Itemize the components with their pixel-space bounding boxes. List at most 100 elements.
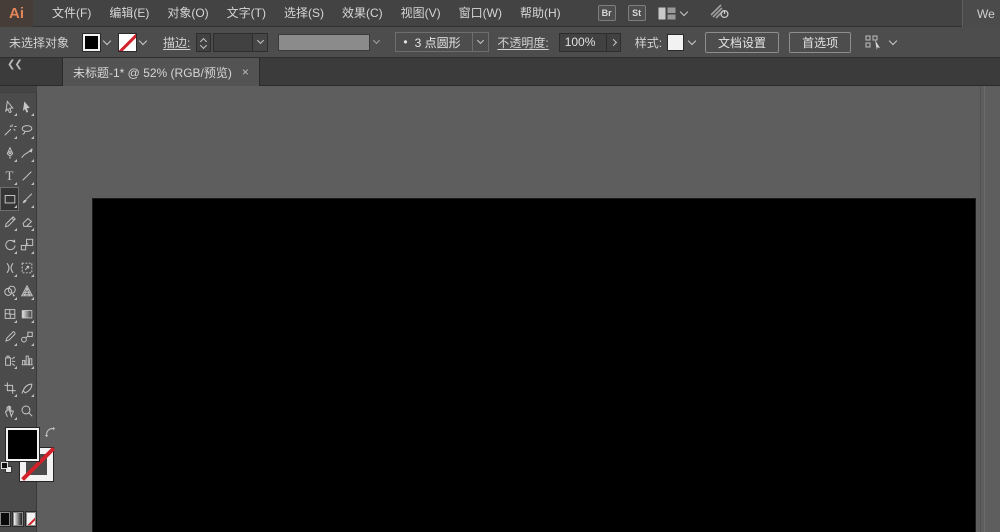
chevron-down-icon (888, 36, 898, 45)
stock-button[interactable]: St (627, 5, 646, 21)
chevron-down-icon[interactable] (138, 36, 148, 45)
stroke-panel-link[interactable]: 描边: (163, 34, 190, 51)
artboard-tool[interactable] (1, 377, 18, 399)
chevron-down-icon (679, 7, 688, 16)
eraser-tool[interactable] (18, 211, 35, 233)
selection-tool[interactable] (1, 96, 18, 118)
workspace-switcher[interactable]: We (962, 0, 1000, 27)
collapse-panels-button[interactable]: ❮❮ (0, 58, 36, 70)
type-tool[interactable]: T (1, 165, 18, 187)
document-setup-button[interactable]: 文档设置 (705, 31, 780, 53)
illustrator-window: Ai 文件(F) 编辑(E) 对象(O) 文字(T) 选择(S) 效果(C) 视… (0, 0, 1000, 532)
select-similar-control[interactable] (865, 34, 898, 50)
opacity-dropdown-button[interactable] (606, 32, 621, 52)
menu-file[interactable]: 文件(F) (43, 0, 100, 27)
slice-tool[interactable] (18, 377, 35, 399)
menu-help[interactable]: 帮助(H) (511, 0, 570, 27)
eyedropper-tool[interactable] (1, 326, 18, 348)
width-profile-dropdown[interactable] (278, 33, 371, 51)
hand-tool[interactable] (1, 400, 18, 422)
blend-tool[interactable] (18, 326, 35, 348)
rotate-tool[interactable] (1, 234, 18, 256)
fill-proxy-swatch[interactable] (5, 427, 40, 462)
stroke-color-control[interactable] (118, 32, 148, 52)
width-tool[interactable] (1, 257, 18, 279)
document-tab-bar: ❮❮ 未标题-1* @ 52% (RGB/预览) × (0, 58, 1000, 86)
menu-effect[interactable]: 效果(C) (333, 0, 392, 27)
free-transform-tool[interactable] (18, 257, 35, 279)
direct-selection-tool[interactable] (18, 96, 35, 118)
menu-type[interactable]: 文字(T) (218, 0, 275, 27)
chevron-right-icon (609, 38, 617, 46)
paintbrush-tool[interactable] (18, 188, 35, 210)
gradient-tool[interactable] (18, 303, 35, 325)
magic-wand-tool[interactable] (1, 119, 18, 141)
scrollbar-track-edge (984, 86, 985, 532)
stroke-weight-stepper[interactable] (196, 32, 212, 52)
paint-mode-row (0, 511, 37, 527)
mesh-tool[interactable] (1, 303, 18, 325)
curvature-tool[interactable] (18, 142, 35, 164)
color-mode-button[interactable] (0, 511, 11, 527)
brush-definition-dropdown[interactable]: • 3 点圆形 (395, 32, 474, 52)
lasso-tool[interactable] (18, 119, 35, 141)
menu-view[interactable]: 视图(V) (392, 0, 450, 27)
brush-dot: • (403, 35, 408, 49)
pencil-tool[interactable] (1, 211, 18, 233)
pen-tool[interactable] (1, 142, 18, 164)
control-bar: 未选择对象 描边: • 3 点圆形 不透明度: 100% 样式: 文档设置 首选… (0, 27, 1000, 58)
swap-fill-stroke-icon[interactable] (44, 426, 56, 438)
menu-edit[interactable]: 编辑(E) (100, 0, 158, 27)
preferences-button[interactable]: 首选项 (789, 31, 852, 53)
style-swatch[interactable] (667, 33, 685, 51)
share-button[interactable] (709, 3, 731, 24)
shape-builder-tool[interactable] (1, 280, 18, 302)
brush-definition-dropdown-button[interactable] (473, 32, 490, 52)
stroke-weight-dropdown-button[interactable] (253, 32, 269, 52)
menu-select[interactable]: 选择(S) (275, 0, 333, 27)
opacity-input[interactable]: 100% (558, 32, 607, 52)
stroke-color-swatch[interactable] (118, 32, 138, 52)
document-tab-title: 未标题-1* @ 52% (RGB/预览) (73, 65, 232, 80)
canvas-area[interactable] (37, 86, 1000, 532)
tools-grid: T (0, 93, 36, 422)
default-fill-chip (1, 462, 8, 469)
rectangle-tool[interactable] (0, 187, 19, 211)
tools-panel-grip[interactable] (0, 86, 37, 93)
none-mode-button[interactable] (25, 511, 37, 527)
default-fill-stroke-icon[interactable] (1, 462, 12, 473)
arrange-documents-button[interactable] (658, 7, 688, 20)
scale-tool[interactable] (18, 234, 35, 256)
chevron-down-icon[interactable] (687, 36, 697, 45)
menu-bar: Ai 文件(F) 编辑(E) 对象(O) 文字(T) 选择(S) 效果(C) 视… (0, 0, 1000, 27)
brush-definition-value: 3 点圆形 (414, 35, 461, 50)
column-graph-tool[interactable] (18, 349, 35, 371)
menu-window[interactable]: 窗口(W) (450, 0, 511, 27)
app-logo: Ai (0, 0, 33, 27)
arrange-documents-icon (658, 7, 676, 19)
perspective-grid-tool[interactable] (18, 280, 35, 302)
symbol-sprayer-tool[interactable] (1, 349, 18, 371)
tools-panel: T (0, 86, 56, 532)
stepper-down-icon[interactable] (200, 41, 208, 49)
share-icon (710, 3, 729, 19)
chevron-down-icon[interactable] (373, 36, 381, 45)
none-slash-icon (119, 33, 137, 51)
tab-close-icon[interactable]: × (242, 66, 249, 78)
menu-object[interactable]: 对象(O) (158, 0, 217, 27)
zoom-tool[interactable] (18, 400, 35, 422)
brush-definition-control: • 3 点圆形 (395, 32, 490, 52)
fill-stroke-indicator (0, 426, 56, 486)
bridge-button[interactable]: Br (597, 5, 616, 21)
fill-color-control[interactable] (82, 32, 112, 52)
artboard-black-rectangle[interactable] (93, 199, 975, 532)
line-segment-tool[interactable] (18, 165, 35, 187)
chevron-down-icon[interactable] (102, 36, 112, 45)
gradient-mode-button[interactable] (12, 511, 24, 527)
stroke-weight-input[interactable] (213, 32, 254, 52)
opacity-panel-link[interactable]: 不透明度: (497, 34, 548, 51)
select-similar-icon (865, 35, 881, 50)
document-tab[interactable]: 未标题-1* @ 52% (RGB/预览) × (62, 58, 260, 86)
chevron-down-icon (256, 36, 264, 45)
fill-color-swatch[interactable] (82, 32, 102, 52)
